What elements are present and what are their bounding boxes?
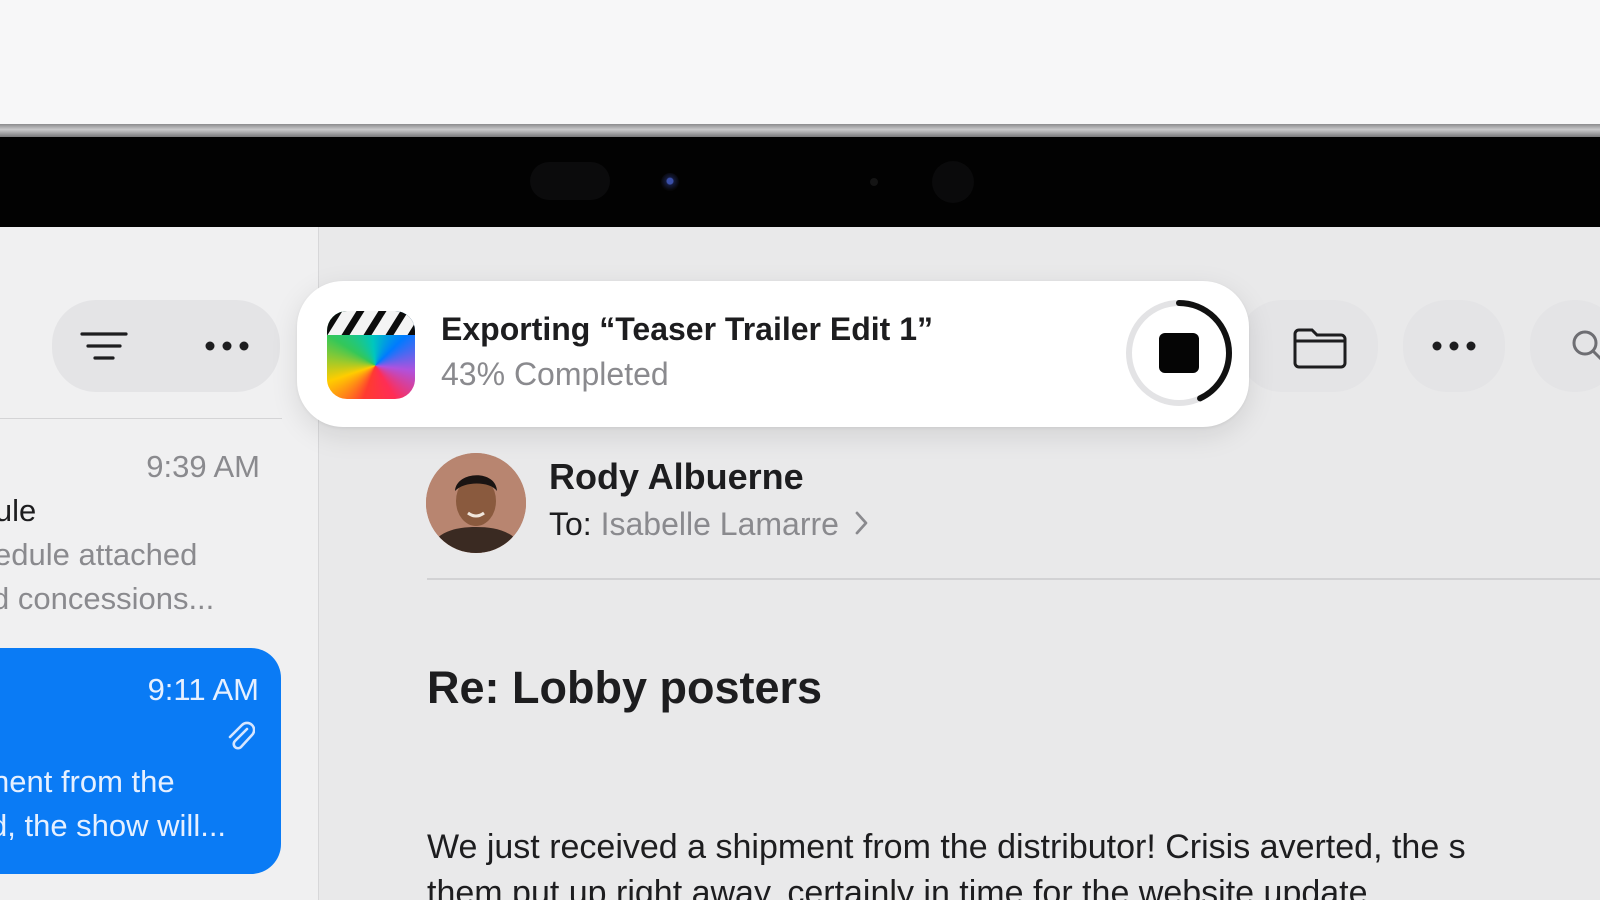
recipient-name: Isabelle Lamarre xyxy=(600,506,839,542)
sensor-housing xyxy=(530,162,610,200)
export-status: 43% Completed xyxy=(441,356,669,392)
display-bezel xyxy=(0,137,1600,227)
list-item[interactable]: 9:39 AM lule edule attached d concession… xyxy=(0,445,282,645)
to-label: To: xyxy=(549,506,592,542)
front-camera xyxy=(661,173,679,191)
list-item-time: 9:39 AM xyxy=(146,449,260,484)
desk-background xyxy=(0,0,1600,126)
list-item-preview: edule attached xyxy=(0,537,198,572)
list-item-selected[interactable]: 9:11 AM nent from the d, the show will..… xyxy=(0,648,281,874)
folder-icon xyxy=(1292,326,1348,370)
stop-icon xyxy=(1159,333,1199,373)
sensor-dot xyxy=(870,178,878,186)
sender-name[interactable]: Rody Albuerne xyxy=(549,456,804,498)
message-list-sidebar: 9:39 AM lule edule attached d concession… xyxy=(0,227,319,900)
avatar[interactable] xyxy=(426,453,526,553)
paperclip-icon xyxy=(225,720,256,757)
chevron-right-icon xyxy=(854,508,870,545)
message-subject: Re: Lobby posters xyxy=(427,662,823,713)
final-cut-pro-icon xyxy=(327,311,415,399)
move-button[interactable] xyxy=(1238,300,1378,392)
list-item-preview: nent from the xyxy=(0,764,175,799)
message-body: We just received a shipment from the dis… xyxy=(427,824,1600,900)
list-item-time: 9:11 AM xyxy=(147,672,259,707)
search-button[interactable] xyxy=(1530,300,1600,392)
sensor-ring xyxy=(932,161,974,203)
header-divider xyxy=(427,578,1600,580)
more-actions-button[interactable] xyxy=(1403,300,1505,392)
sidebar-divider xyxy=(0,418,282,419)
message-body-line: them put up right away, certainly in tim… xyxy=(427,874,1368,900)
export-progress-banner[interactable]: Exporting “Teaser Trailer Edit 1” 43% Co… xyxy=(297,281,1249,427)
list-item-preview: d, the show will... xyxy=(0,808,227,843)
display-bezel-rim xyxy=(0,124,1600,138)
list-item-subject: lule xyxy=(0,493,37,528)
message-body-line: We just received a shipment from the dis… xyxy=(427,828,1466,866)
stop-export-button[interactable] xyxy=(1123,297,1235,409)
search-icon xyxy=(1570,328,1600,364)
clapper-stripes xyxy=(327,311,415,335)
list-item-preview: d concessions... xyxy=(0,581,215,616)
recipient-line[interactable]: To: Isabelle Lamarre xyxy=(549,506,870,545)
filter-icon[interactable] xyxy=(79,326,129,366)
sidebar-toolbar xyxy=(52,300,280,392)
more-options-icon[interactable] xyxy=(202,326,252,366)
more-options-icon xyxy=(1429,340,1479,352)
export-title: Exporting “Teaser Trailer Edit 1” xyxy=(441,311,933,347)
